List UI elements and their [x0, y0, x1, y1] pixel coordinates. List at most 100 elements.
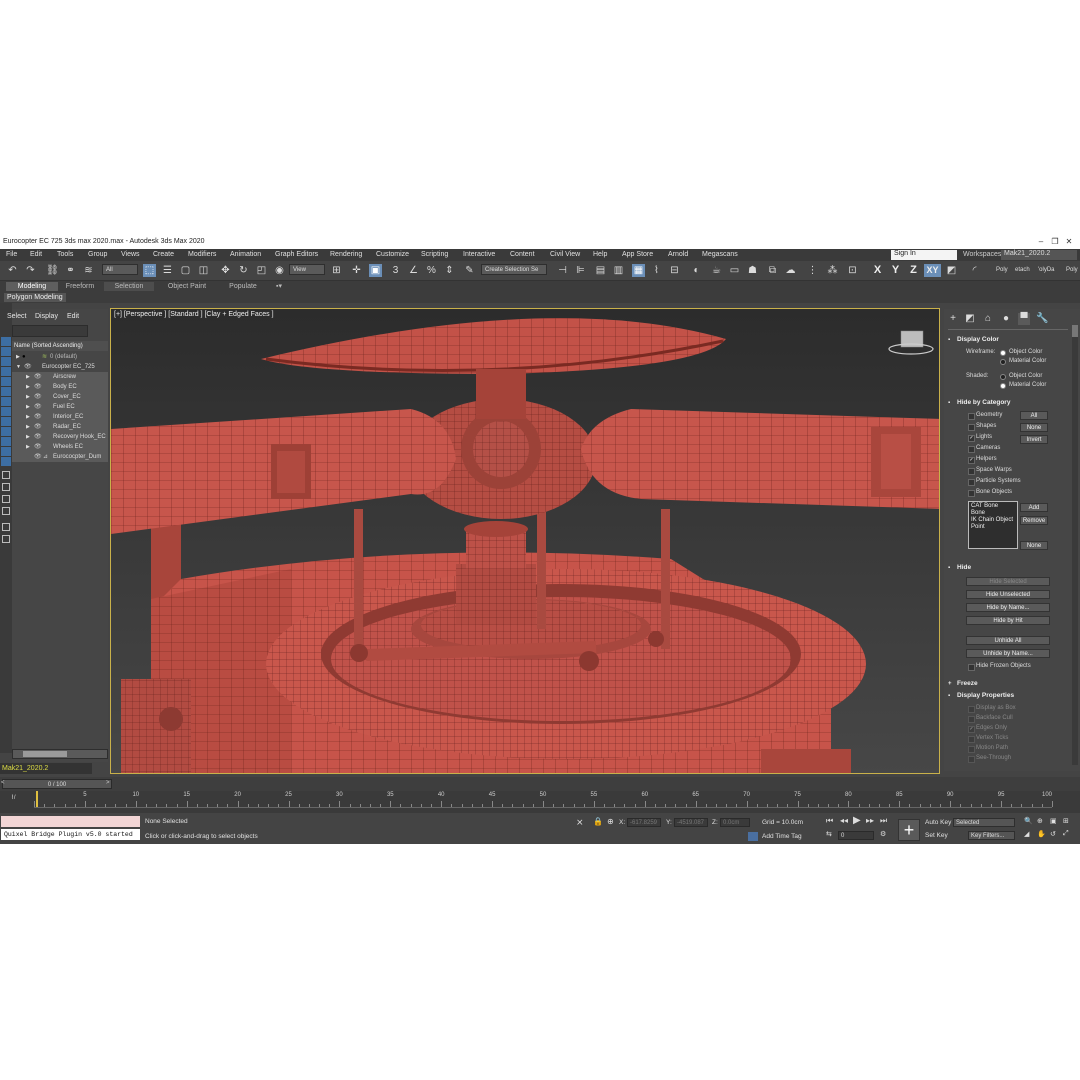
- tree-row[interactable]: ▶ 👁 Recovery Hook_EC: [12, 432, 108, 442]
- spinner-snap-icon[interactable]: ⇕: [443, 264, 456, 277]
- tree-row[interactable]: ▶ 👁 Body EC: [12, 382, 108, 392]
- select-manipulate-icon[interactable]: ✛: [350, 264, 363, 277]
- cameras-checkbox[interactable]: [968, 446, 975, 453]
- undo-icon[interactable]: ↶: [6, 264, 19, 277]
- add-time-tag-button[interactable]: Add Time Tag: [762, 833, 802, 840]
- array-icon[interactable]: ⁂: [826, 264, 839, 277]
- display-bone-icon[interactable]: [1, 407, 11, 416]
- display-tab-icon[interactable]: ▀: [1018, 313, 1030, 325]
- sync-selection-icon[interactable]: [2, 507, 10, 515]
- time-slider-thumb[interactable]: 0 / 100: [2, 779, 112, 789]
- explorer-search-input[interactable]: [12, 325, 88, 337]
- select-move-icon[interactable]: ✥: [219, 264, 232, 277]
- tab-freeform[interactable]: Freeform: [58, 282, 102, 291]
- time-slider[interactable]: 0 / 100 < >: [0, 777, 1080, 791]
- explorer-menu-select[interactable]: Select: [7, 313, 26, 320]
- selection-lock-icon[interactable]: 🔒: [593, 817, 603, 826]
- display-children-icon[interactable]: [2, 483, 10, 491]
- hide-by-hit-button[interactable]: Hide by Hit: [966, 616, 1050, 625]
- layer-explorer-icon[interactable]: ▥: [612, 264, 625, 277]
- wireframe-object-color-radio[interactable]: [1000, 350, 1006, 356]
- constraint-toggle-icon[interactable]: ◩: [945, 264, 958, 277]
- tree-row[interactable]: ▶ 👁 Radar_EC: [12, 422, 108, 432]
- play-icon[interactable]: ▶: [853, 815, 861, 826]
- timeline-ruler[interactable]: 5 10 15 20 25 30 35 40 45 50 55 60 65 70 75 80 85 90 95 100: [34, 791, 1053, 808]
- menu-file[interactable]: File: [6, 251, 17, 258]
- sign-in-button[interactable]: Sign In: [891, 250, 957, 260]
- render-cloud-icon[interactable]: ☁: [784, 264, 797, 277]
- menu-modifiers[interactable]: Modifiers: [188, 251, 216, 258]
- bone-objects-checkbox[interactable]: [968, 490, 975, 497]
- percent-snap-icon[interactable]: %: [425, 264, 438, 277]
- poly-button-2[interactable]: Poly: [1066, 267, 1078, 273]
- lights-checkbox[interactable]: ✓: [968, 435, 975, 442]
- menu-tools[interactable]: Tools: [57, 251, 73, 258]
- bind-space-warp-icon[interactable]: ≋: [82, 264, 95, 277]
- curve-editor-icon[interactable]: ⌇: [650, 264, 663, 277]
- slider-right-arrow-icon[interactable]: >: [106, 780, 110, 786]
- select-object-icon[interactable]: ⬚: [143, 264, 156, 277]
- edges-only-checkbox[interactable]: ✓: [968, 726, 975, 733]
- display-color-rollout[interactable]: ▪ Display Color: [946, 335, 1066, 345]
- x-coordinate-field[interactable]: -617.8259: [627, 818, 661, 827]
- display-geometry-icon[interactable]: [1, 347, 11, 356]
- unhide-by-name-button[interactable]: Unhide by Name...: [966, 649, 1050, 658]
- minimize-button[interactable]: –: [1034, 237, 1048, 246]
- render-iterative-icon[interactable]: ⧉: [766, 264, 779, 277]
- hide-frozen-checkbox[interactable]: [968, 664, 975, 671]
- scene-explorer-toggle-icon[interactable]: ▤: [594, 264, 607, 277]
- key-mode-icon[interactable]: ⇆: [826, 830, 832, 838]
- key-mode-dropdown[interactable]: Selected: [953, 818, 1015, 827]
- hide-unselected-button[interactable]: Hide Unselected: [966, 590, 1050, 599]
- tab-selection[interactable]: Selection: [104, 282, 154, 291]
- ribbon-toggle-icon[interactable]: ▦: [632, 264, 645, 277]
- list-none-button[interactable]: None: [1020, 541, 1048, 550]
- display-space-warps-icon[interactable]: [1, 397, 11, 406]
- display-lights-icon[interactable]: [1, 367, 11, 376]
- explorer-menu-display[interactable]: Display: [35, 313, 58, 320]
- tab-populate[interactable]: Populate: [220, 282, 266, 291]
- expand-arrow-icon[interactable]: ▶: [26, 442, 30, 452]
- selection-filter-dropdown[interactable]: All: [102, 264, 138, 275]
- hide-by-name-button[interactable]: Hide by Name...: [966, 603, 1050, 612]
- polydata-button[interactable]: 'olyDa: [1038, 267, 1055, 273]
- motion-path-checkbox[interactable]: [968, 746, 975, 753]
- tree-row[interactable]: 👁 ⊿ Eurococpter_Dum: [12, 452, 108, 462]
- display-xrefs-icon[interactable]: [1, 427, 11, 436]
- key-filters-button[interactable]: Key Filters...: [968, 831, 1015, 840]
- rectangular-selection-icon[interactable]: ▢: [179, 264, 192, 277]
- menu-edit[interactable]: Edit: [30, 251, 42, 258]
- schematic-view-icon[interactable]: ⊟: [668, 264, 681, 277]
- display-as-box-checkbox[interactable]: [968, 706, 975, 713]
- display-frozen-icon[interactable]: [1, 447, 11, 456]
- menu-create[interactable]: Create: [153, 251, 174, 258]
- menu-graph-editors[interactable]: Graph Editors: [275, 251, 318, 258]
- select-by-name-icon[interactable]: ☰: [161, 264, 174, 277]
- particle-systems-checkbox[interactable]: [968, 479, 975, 486]
- window-crossing-icon[interactable]: ◫: [197, 264, 210, 277]
- detach-button[interactable]: etach: [1015, 267, 1030, 273]
- hide-by-category-rollout[interactable]: ▪ Hide by Category: [946, 398, 1066, 408]
- list-remove-button[interactable]: Remove: [1020, 516, 1048, 525]
- create-tab-icon[interactable]: +: [947, 313, 959, 325]
- ribbon-options-icon[interactable]: ▪▾: [270, 282, 288, 291]
- rendered-frame-window-icon[interactable]: ▭: [728, 264, 741, 277]
- list-add-button[interactable]: Add: [1020, 503, 1048, 512]
- see-through-checkbox[interactable]: [968, 756, 975, 763]
- visibility-icon[interactable]: 👁: [34, 372, 42, 382]
- zoom-all-icon[interactable]: ⊕: [1037, 817, 1043, 825]
- display-helpers-icon[interactable]: [1, 387, 11, 396]
- place-icon[interactable]: ◉: [273, 264, 286, 277]
- axis-z-button[interactable]: Z: [906, 264, 921, 277]
- isolate-selection-icon[interactable]: ⨯: [576, 817, 584, 828]
- viewport-label[interactable]: [+] [Perspective ] [Standard ] [Clay + E…: [114, 311, 274, 318]
- axis-y-button[interactable]: Y: [888, 264, 903, 277]
- tree-row[interactable]: ▶ 👁 Fuel EC: [12, 402, 108, 412]
- render-setup-icon[interactable]: ☕: [710, 264, 723, 277]
- mirror-icon[interactable]: ⊣: [556, 264, 569, 277]
- tree-row[interactable]: ▶ ● ≋ 0 (default): [12, 352, 108, 362]
- menu-app-store[interactable]: App Store: [622, 251, 653, 258]
- column-header-name[interactable]: Name (Sorted Ascending): [12, 341, 108, 351]
- axis-x-button[interactable]: X: [870, 264, 885, 277]
- visibility-icon[interactable]: 👁: [34, 442, 42, 452]
